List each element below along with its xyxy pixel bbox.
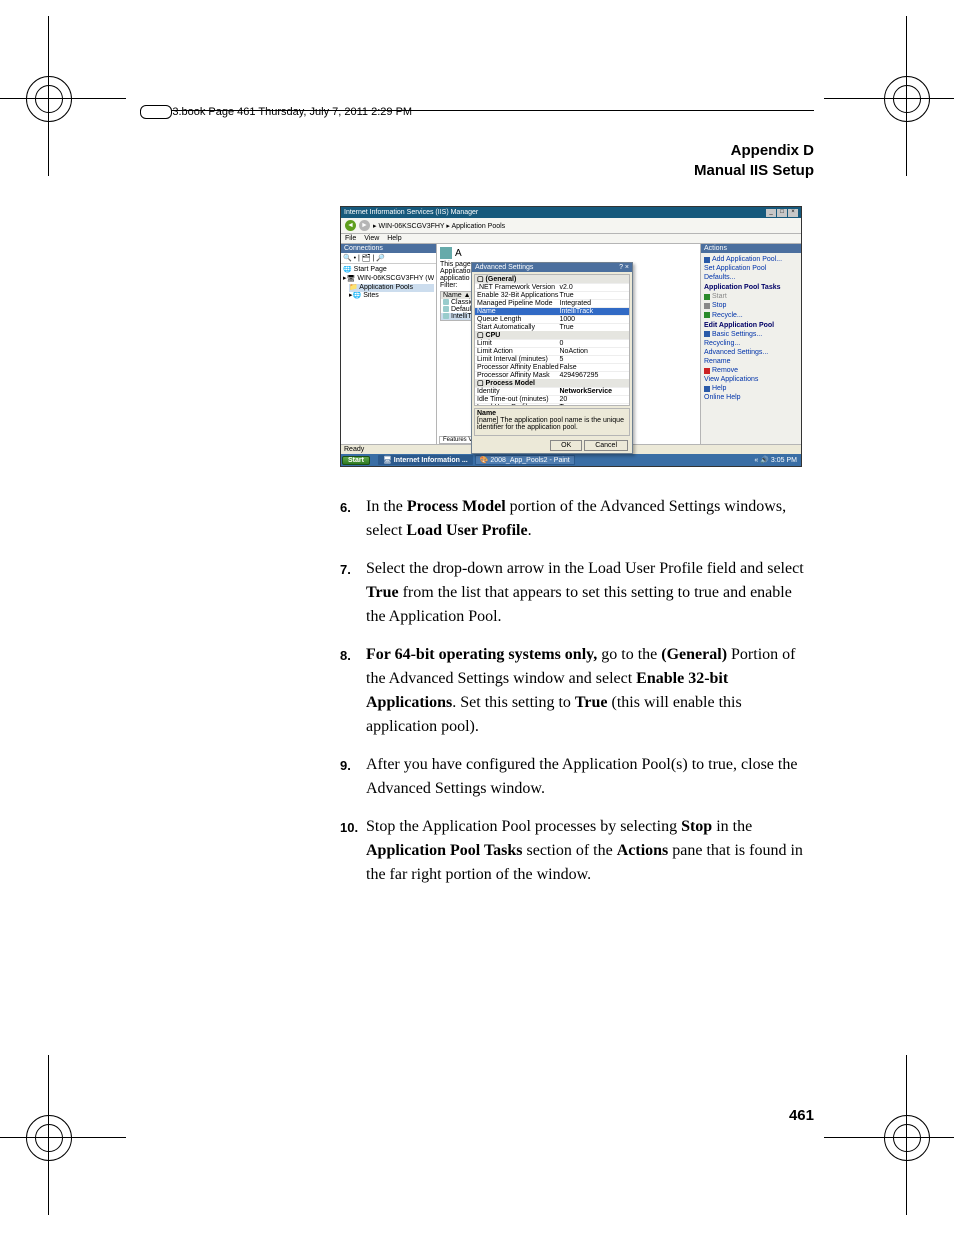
menu-view[interactable]: View xyxy=(364,235,379,242)
actions-link[interactable]: Recycle... xyxy=(704,311,798,320)
header-rule xyxy=(140,110,814,111)
address-bar: ◄ ► ▸ WIN-06KSCGV3FHY ▸ Application Pool… xyxy=(341,218,801,234)
actions-link[interactable]: Help xyxy=(704,384,798,393)
actions-link[interactable]: Recycling... xyxy=(704,339,798,348)
running-head: Appendix D Manual IIS Setup xyxy=(140,141,814,180)
action-icon xyxy=(704,368,710,374)
advanced-settings-dialog: Advanced Settings ? × ▢ (General).NET Fr… xyxy=(471,262,633,454)
property-row[interactable]: Load User ProfileTrue xyxy=(475,403,629,406)
property-row[interactable]: Limit ActionNoAction xyxy=(475,347,629,355)
property-row[interactable]: Queue Length1000 xyxy=(475,315,629,323)
dialog-titlebar: Advanced Settings ? × xyxy=(472,263,632,272)
property-row[interactable]: Limit0 xyxy=(475,339,629,347)
actions-heading: Edit Application Pool xyxy=(704,321,798,330)
action-icon xyxy=(704,386,710,392)
property-grid[interactable]: ▢ (General).NET Framework Versionv2.0Ena… xyxy=(474,274,630,406)
menu-bar: File View Help xyxy=(341,234,801,244)
page-number: 461 xyxy=(140,1107,814,1124)
close-icon[interactable]: × xyxy=(788,209,798,217)
property-row[interactable]: Limit Interval (minutes)5 xyxy=(475,355,629,363)
back-icon[interactable]: ◄ xyxy=(345,220,356,231)
actions-heading: Application Pool Tasks xyxy=(704,283,798,292)
property-row[interactable]: IdentityNetworkService xyxy=(475,387,629,395)
actions-link[interactable]: Stop xyxy=(704,301,798,310)
start-button[interactable]: Start xyxy=(342,456,370,465)
actions-link[interactable]: Set Application Pool Defaults... xyxy=(704,264,798,282)
actions-link[interactable]: View Applications xyxy=(704,375,798,384)
connections-panel: Connections 🔍 • | 🗂 | 🔎 🌐 Start Page ▸🖥 … xyxy=(341,244,437,444)
clock: 3:05 PM xyxy=(771,457,797,464)
step-8: For 64-bit operating systems only, go to… xyxy=(340,643,814,739)
dialog-help-close[interactable]: ? × xyxy=(619,264,629,271)
maximize-icon[interactable]: □ xyxy=(777,209,787,217)
property-row[interactable]: Enable 32-Bit ApplicationsTrue xyxy=(475,291,629,299)
property-description: Name [name] The application pool name is… xyxy=(474,408,630,436)
ok-button[interactable]: OK xyxy=(550,440,582,451)
step-9: After you have configured the Applicatio… xyxy=(340,753,814,801)
actions-link[interactable]: Rename xyxy=(704,357,798,366)
connections-toolbar[interactable]: 🔍 • | 🗂 | 🔎 xyxy=(341,253,436,264)
connections-tree: 🌐 Start Page ▸🖥 WIN-06KSCGV3FHY (WIN 📁 A… xyxy=(341,264,436,303)
page-frame: 2283.book Page 461 Thursday, July 7, 201… xyxy=(140,110,814,1124)
window-titlebar: Internet Information Services (IIS) Mana… xyxy=(341,207,801,218)
breadcrumb[interactable]: ▸ WIN-06KSCGV3FHY ▸ Application Pools xyxy=(373,222,505,230)
iis-screenshot: Internet Information Services (IIS) Mana… xyxy=(340,206,802,467)
window-title: Internet Information Services (IIS) Mana… xyxy=(344,209,478,216)
book-header: 2283.book Page 461 Thursday, July 7, 201… xyxy=(154,106,412,118)
property-desc-title: Name xyxy=(477,410,496,417)
taskbar: Start 🖥 Internet Information ... 🎨 2008_… xyxy=(341,454,801,466)
tree-sites[interactable]: ▸🌐 Sites xyxy=(349,292,434,301)
running-head-line1: Appendix D xyxy=(731,142,814,159)
minimize-icon[interactable]: _ xyxy=(766,209,776,217)
action-icon xyxy=(704,303,710,309)
action-icon xyxy=(704,331,710,337)
actions-link[interactable]: Advanced Settings... xyxy=(704,348,798,357)
menu-file[interactable]: File xyxy=(345,235,356,242)
taskbar-iis[interactable]: 🖥 Internet Information ... xyxy=(378,455,473,465)
step-6: In the Process Model portion of the Adva… xyxy=(340,495,814,543)
forward-icon[interactable]: ► xyxy=(359,220,370,231)
actions-link[interactable]: Start xyxy=(704,292,798,301)
status-text: Ready xyxy=(344,446,364,453)
step-7: Select the drop-down arrow in the Load U… xyxy=(340,557,814,629)
tree-application-pools[interactable]: 📁 Application Pools xyxy=(349,284,434,293)
property-row[interactable]: .NET Framework Versionv2.0 xyxy=(475,283,629,291)
property-row[interactable]: Idle Time-out (minutes)20 xyxy=(475,395,629,403)
dialog-title: Advanced Settings xyxy=(475,264,533,271)
property-category[interactable]: ▢ (General) xyxy=(475,275,629,283)
running-head-line2: Manual IIS Setup xyxy=(694,162,814,179)
actions-link[interactable]: Remove xyxy=(704,366,798,375)
window-buttons[interactable]: _□× xyxy=(765,208,798,217)
system-tray[interactable]: « 🔊 3:05 PM xyxy=(751,456,800,464)
property-row[interactable]: Managed Pipeline ModeIntegrated xyxy=(475,299,629,307)
step-10: Stop the Application Pool processes by s… xyxy=(340,815,814,887)
action-icon xyxy=(704,312,710,318)
property-row[interactable]: Processor Affinity Mask4294967295 xyxy=(475,371,629,379)
main-title: A xyxy=(455,248,462,259)
actions-panel: Actions Add Application Pool...Set Appli… xyxy=(700,244,801,444)
action-icon xyxy=(704,257,710,263)
apppools-icon xyxy=(440,247,452,259)
menu-help[interactable]: Help xyxy=(387,235,401,242)
action-icon xyxy=(704,294,710,300)
connections-header: Connections xyxy=(341,244,436,253)
cancel-button[interactable]: Cancel xyxy=(584,440,628,451)
actions-link[interactable]: Add Application Pool... xyxy=(704,255,798,264)
actions-header: Actions xyxy=(701,244,801,253)
property-row[interactable]: Processor Affinity EnabledFalse xyxy=(475,363,629,371)
instructions: In the Process Model portion of the Adva… xyxy=(340,495,814,887)
taskbar-paint[interactable]: 🎨 2008_App_Pools2 - Paint xyxy=(475,455,575,465)
tree-start-page[interactable]: 🌐 Start Page xyxy=(343,266,434,275)
property-row[interactable]: Start AutomaticallyTrue xyxy=(475,323,629,331)
property-category[interactable]: ▢ Process Model xyxy=(475,379,629,387)
property-category[interactable]: ▢ CPU xyxy=(475,331,629,339)
property-desc-text: [name] The application pool name is the … xyxy=(477,417,624,431)
actions-link[interactable]: Basic Settings... xyxy=(704,330,798,339)
tree-server[interactable]: ▸🖥 WIN-06KSCGV3FHY (WIN xyxy=(343,275,434,284)
property-row[interactable]: NameIntelliTrack xyxy=(475,307,629,315)
actions-link[interactable]: Online Help xyxy=(704,393,798,402)
